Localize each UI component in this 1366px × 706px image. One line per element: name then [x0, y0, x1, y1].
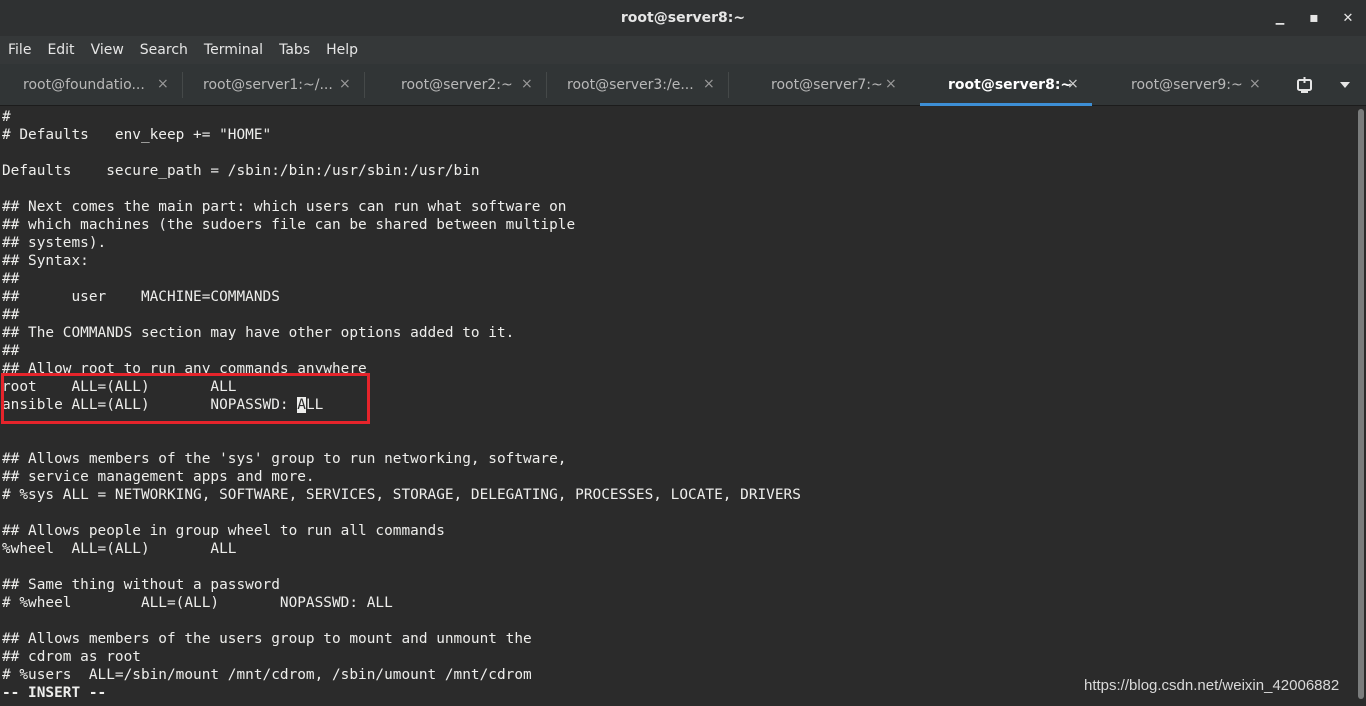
close-icon: ✕	[1342, 10, 1354, 26]
maximize-button[interactable]: ▪	[1297, 0, 1331, 36]
terminal-line: ## Syntax:	[2, 253, 89, 269]
tab-foundation[interactable]: root@foundatio... ×	[0, 64, 182, 106]
tab-server8[interactable]: root@server8:~ ×	[920, 64, 1092, 106]
menu-search[interactable]: Search	[140, 42, 188, 58]
terminal-line: ## Next comes the main part: which users…	[2, 199, 567, 215]
menu-terminal[interactable]: Terminal	[204, 42, 263, 58]
terminal-line: ## user MACHINE=COMMANDS	[2, 289, 280, 305]
tab-label: root@server2:~	[401, 77, 513, 93]
new-tab-button[interactable]	[1285, 64, 1325, 106]
tab-server1[interactable]: root@server1:~/... ×	[182, 64, 364, 106]
new-tab-icon	[1297, 77, 1312, 93]
terminal-line: Defaults secure_path = /sbin:/bin:/usr/s…	[2, 163, 480, 179]
terminal-line: ##	[2, 343, 20, 359]
maximize-icon: ▪	[1309, 10, 1319, 26]
tab-close-icon[interactable]: ×	[1249, 76, 1261, 92]
tab-label: root@foundatio...	[23, 77, 145, 93]
minimize-icon: ▁	[1275, 11, 1285, 25]
scrollbar-thumb[interactable]	[1358, 109, 1364, 699]
tab-server2[interactable]: root@server2:~ ×	[364, 64, 546, 106]
chevron-down-icon	[1340, 82, 1350, 88]
menu-file[interactable]: File	[8, 42, 31, 58]
tab-close-icon[interactable]: ×	[885, 76, 897, 92]
tab-label: root@server7:~	[771, 77, 883, 93]
terminal-line: ## cdrom as root	[2, 649, 141, 665]
active-tab-indicator	[920, 103, 1092, 106]
tab-close-icon[interactable]: ×	[339, 76, 351, 92]
terminal-scrollbar[interactable]	[1356, 107, 1366, 706]
terminal-line: ## Allows members of the users group to …	[2, 631, 532, 647]
title-bar: root@server8:~	[0, 0, 1366, 36]
terminal-line: # Defaults env_keep += "HOME"	[2, 127, 272, 143]
tab-label: root@server8:~	[948, 77, 1073, 93]
tab-menu-button[interactable]	[1325, 64, 1365, 106]
window-title: root@server8:~	[620, 10, 746, 26]
menu-view[interactable]: View	[91, 42, 124, 58]
menu-tabs[interactable]: Tabs	[279, 42, 310, 58]
minimize-button[interactable]: ▁	[1263, 0, 1297, 36]
tab-label: root@server1:~/...	[203, 77, 333, 93]
terminal-line: ## service management apps and more.	[2, 469, 315, 485]
terminal-line: %wheel ALL=(ALL) ALL	[2, 541, 237, 557]
tab-label: root@server3:/e...	[567, 77, 694, 93]
terminal-line: -- INSERT --	[2, 685, 107, 701]
terminal-window: root@server8:~ ▁ ▪ ✕ File Edit View Sear…	[0, 0, 1366, 706]
terminal-line: # %wheel ALL=(ALL) NOPASSWD: ALL	[2, 595, 393, 611]
tab-bar: root@foundatio... × root@server1:~/... ×…	[0, 64, 1366, 106]
watermark-text: https://blog.csdn.net/weixin_42006882	[1084, 677, 1340, 694]
tab-server9[interactable]: root@server9:~ ×	[1092, 64, 1274, 106]
close-button[interactable]: ✕	[1331, 0, 1365, 36]
terminal-line: ## Allows members of the 'sys' group to …	[2, 451, 567, 467]
terminal-line: ## The COMMANDS section may have other o…	[2, 325, 515, 341]
highlight-annotation-box	[1, 373, 370, 424]
tab-server7[interactable]: root@server7:~ ×	[728, 64, 920, 106]
menu-edit[interactable]: Edit	[47, 42, 74, 58]
terminal-line: # %users ALL=/sbin/mount /mnt/cdrom, /sb…	[2, 667, 532, 683]
tab-server3[interactable]: root@server3:/e... ×	[546, 64, 728, 106]
tab-close-icon[interactable]: ×	[157, 76, 169, 92]
terminal-line: # %sys ALL = NETWORKING, SOFTWARE, SERVI…	[2, 487, 801, 503]
terminal-line: #	[2, 109, 11, 125]
terminal-line: ## which machines (the sudoers file can …	[2, 217, 576, 233]
terminal-line: ##	[2, 307, 20, 323]
terminal-line: ## systems).	[2, 235, 107, 251]
tab-close-icon[interactable]: ×	[1067, 76, 1079, 92]
menu-bar: File Edit View Search Terminal Tabs Help	[0, 36, 1366, 64]
tab-label: root@server9:~	[1131, 77, 1243, 93]
terminal-line: ##	[2, 271, 20, 287]
terminal-line: ## Same thing without a password	[2, 577, 280, 593]
menu-help[interactable]: Help	[326, 42, 358, 58]
tab-close-icon[interactable]: ×	[521, 76, 533, 92]
tab-close-icon[interactable]: ×	[703, 76, 715, 92]
terminal-line: ## Allows people in group wheel to run a…	[2, 523, 445, 539]
